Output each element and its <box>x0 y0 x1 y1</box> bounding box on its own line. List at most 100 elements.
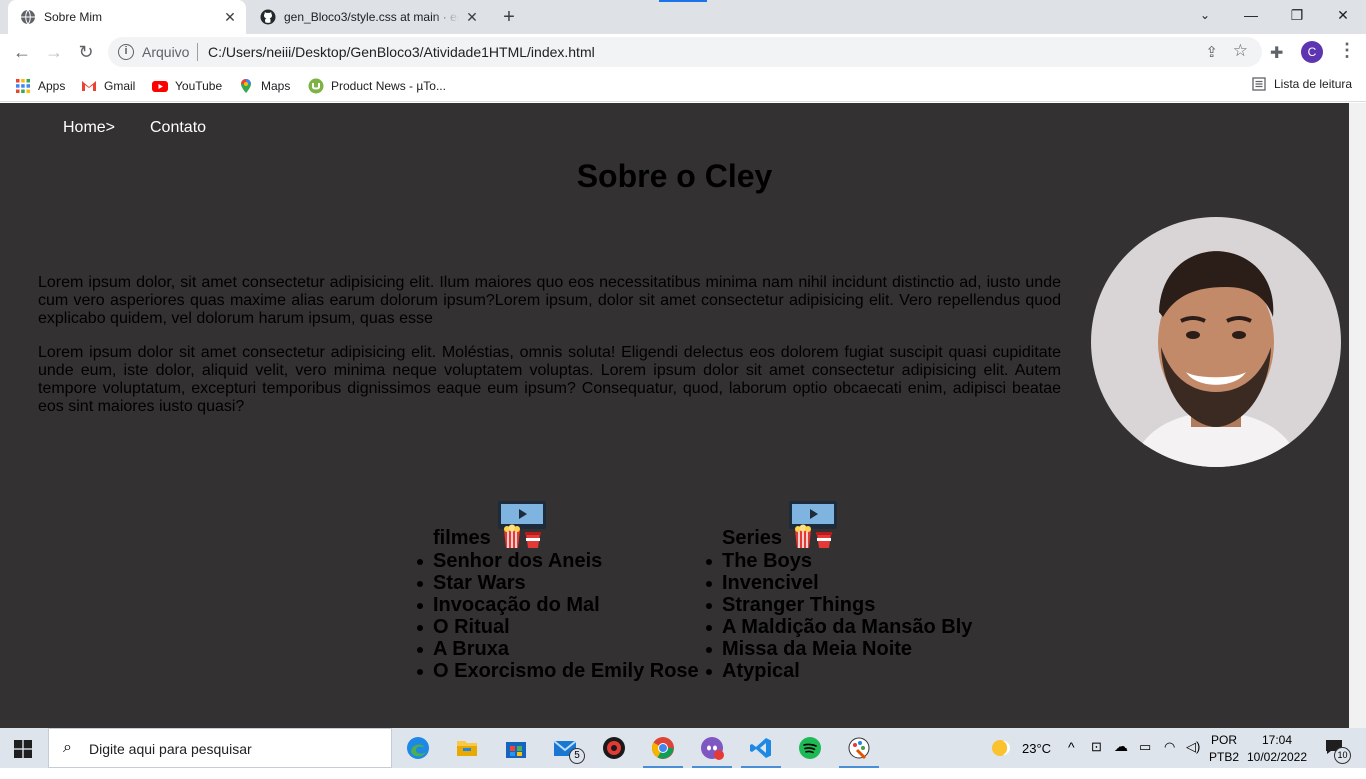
close-window-button[interactable]: ✕ <box>1320 0 1366 30</box>
profile-photo <box>1091 217 1341 467</box>
language-indicator[interactable]: POR PTB2 <box>1206 728 1242 768</box>
about-paragraph-2: Lorem ipsum dolor sit amet consectetur a… <box>38 344 1061 415</box>
forward-arrow-icon[interactable]: → <box>42 40 66 64</box>
spotify-taskbar-icon[interactable] <box>786 728 834 768</box>
new-tab-button[interactable]: + <box>498 7 520 29</box>
bookmark-maps[interactable]: Maps <box>238 77 290 95</box>
bookmark-gmail[interactable]: Gmail <box>81 77 135 95</box>
extensions-puzzle-icon[interactable]: ✚ <box>1270 43 1283 63</box>
onedrive-cloud-icon[interactable]: ☁ <box>1114 738 1128 778</box>
folder-icon <box>457 741 477 756</box>
portrait-illustration <box>1091 217 1341 467</box>
volume-icon[interactable]: ◁) <box>1186 739 1200 779</box>
chrome-taskbar-icon[interactable] <box>639 728 687 768</box>
spotify-icon <box>799 737 821 759</box>
nav-link-home[interactable]: Home> <box>63 119 115 137</box>
tray-chevron-icon[interactable]: ^ <box>1068 739 1075 779</box>
weather-sun-icon <box>992 740 1010 756</box>
movies-heading: filmes <box>433 527 491 549</box>
cinema-popcorn-icon <box>789 501 838 548</box>
tab-title: gen_Bloco3/style.css at main · ee <box>284 10 459 24</box>
notification-count: 10 <box>1334 747 1351 764</box>
reload-icon[interactable]: ↻ <box>74 40 98 64</box>
search-placeholder: Digite aqui para pesquisar <box>89 741 252 757</box>
tab-github[interactable]: gen_Bloco3/style.css at main · ee ✕ <box>248 0 488 34</box>
bookmark-label: Apps <box>38 79 66 93</box>
globe-icon <box>21 9 35 25</box>
vscode-taskbar-icon[interactable] <box>737 728 785 768</box>
windows-start-icon[interactable] <box>14 740 32 758</box>
reading-list-label: Lista de leitura <box>1274 77 1353 91</box>
series-list: Series The Boys Invencivel Stranger Thin… <box>705 501 973 682</box>
share-icon[interactable]: ⇪ <box>1205 43 1218 61</box>
store-taskbar-icon[interactable] <box>492 728 540 768</box>
bookmark-product-news[interactable]: Product News - µTo... <box>308 77 446 95</box>
address-bar[interactable]: i Arquivo C:/Users/neiii/Desktop/GenBloc… <box>108 37 1262 67</box>
menu-kebab-icon[interactable]: ⋮ <box>1338 40 1356 61</box>
maps-pin-icon <box>241 79 251 93</box>
address-url[interactable]: C:/Users/neiii/Desktop/GenBloco3/Ativida… <box>208 44 595 60</box>
series-heading-row: Series <box>722 501 972 550</box>
meet-icon[interactable]: ⊡ <box>1091 739 1102 779</box>
close-tab-icon[interactable]: ✕ <box>464 9 480 25</box>
bookmark-youtube[interactable]: YouTube <box>152 77 222 95</box>
close-tab-icon[interactable]: ✕ <box>222 9 238 25</box>
page-scrollbar[interactable] <box>1349 103 1366 728</box>
notifications-button[interactable]: 10 <box>1318 728 1354 768</box>
discord-taskbar-icon[interactable] <box>688 728 736 768</box>
cinema-popcorn-icon <box>497 501 546 548</box>
edge-taskbar-icon[interactable] <box>394 728 442 768</box>
clock[interactable]: 17:04 10/02/2022 <box>1244 728 1310 768</box>
list-item: A Bruxa <box>417 638 699 660</box>
page-viewport: Home> Contato Sobre o Cley Lorem ipsum d… <box>0 103 1349 728</box>
taskbar: ⌕ Digite aqui para pesquisar 5 23°C ^ ⊡ … <box>0 728 1366 768</box>
mail-taskbar-icon[interactable]: 5 <box>541 728 589 768</box>
profile-avatar[interactable]: C <box>1301 41 1323 63</box>
bookmark-label: YouTube <box>175 79 223 93</box>
minimize-button[interactable]: — <box>1228 0 1274 30</box>
list-item: Missa da Meia Noite <box>705 638 972 660</box>
file-explorer-taskbar-icon[interactable] <box>443 728 491 768</box>
paint-icon <box>848 737 870 760</box>
edge-icon <box>407 737 429 759</box>
restore-button[interactable]: ❐ <box>1274 0 1320 30</box>
series-items: The Boys Invencivel Stranger Things A Ma… <box>705 550 973 682</box>
list-item: O Exorcismo de Emily Rose <box>417 660 699 682</box>
bookmarks-bar: Apps Gmail YouTube Maps Product News - µ… <box>0 70 1366 102</box>
series-heading: Series <box>722 527 783 549</box>
list-item: Star Wars <box>417 572 699 594</box>
bookmark-label: Product News - µTo... <box>331 79 446 93</box>
clock-date: 10/02/2022 <box>1246 750 1308 764</box>
taskbar-search-box[interactable]: ⌕ Digite aqui para pesquisar <box>48 728 392 768</box>
movies-heading-row: filmes <box>433 501 699 550</box>
paint-taskbar-icon[interactable] <box>835 728 883 768</box>
battery-icon[interactable]: ▭ <box>1139 739 1151 779</box>
bookmark-star-icon[interactable]: ☆ <box>1233 41 1248 61</box>
weather-temp: 23°C <box>1022 740 1052 756</box>
keyboard-layout: PTB2 <box>1208 750 1239 764</box>
bookmark-apps[interactable]: Apps <box>15 77 65 95</box>
youtube-icon <box>152 81 168 92</box>
address-separator <box>197 43 198 61</box>
back-arrow-icon[interactable]: ← <box>10 40 34 64</box>
bookmark-label: Maps <box>261 79 291 93</box>
tab-sobre-mim[interactable]: Sobre Mim ✕ <box>8 0 246 34</box>
bookmark-label: Gmail <box>104 79 136 93</box>
list-item: A Maldição da Mansão Bly <box>705 616 973 638</box>
vscode-icon <box>750 738 771 758</box>
weather-widget[interactable]: 23°C <box>990 728 1070 768</box>
tab-drag-indicator <box>659 0 707 2</box>
reading-list-button[interactable]: Lista de leitura <box>1252 77 1352 91</box>
nav-link-contato[interactable]: Contato <box>150 119 206 137</box>
info-icon[interactable]: i <box>118 44 134 60</box>
language-code: POR <box>1210 733 1237 747</box>
reading-list-icon <box>1252 77 1266 91</box>
list-item: Invencivel <box>705 572 972 594</box>
list-item: Invocação do Mal <box>417 594 699 616</box>
clock-time: 17:04 <box>1261 733 1293 747</box>
app-taskbar-icon[interactable] <box>590 728 638 768</box>
apps-grid-icon <box>16 79 30 93</box>
wifi-icon[interactable]: ◠ <box>1164 739 1175 779</box>
tab-search-icon[interactable]: ⌄ <box>1182 0 1228 30</box>
list-item: Stranger Things <box>705 594 972 616</box>
